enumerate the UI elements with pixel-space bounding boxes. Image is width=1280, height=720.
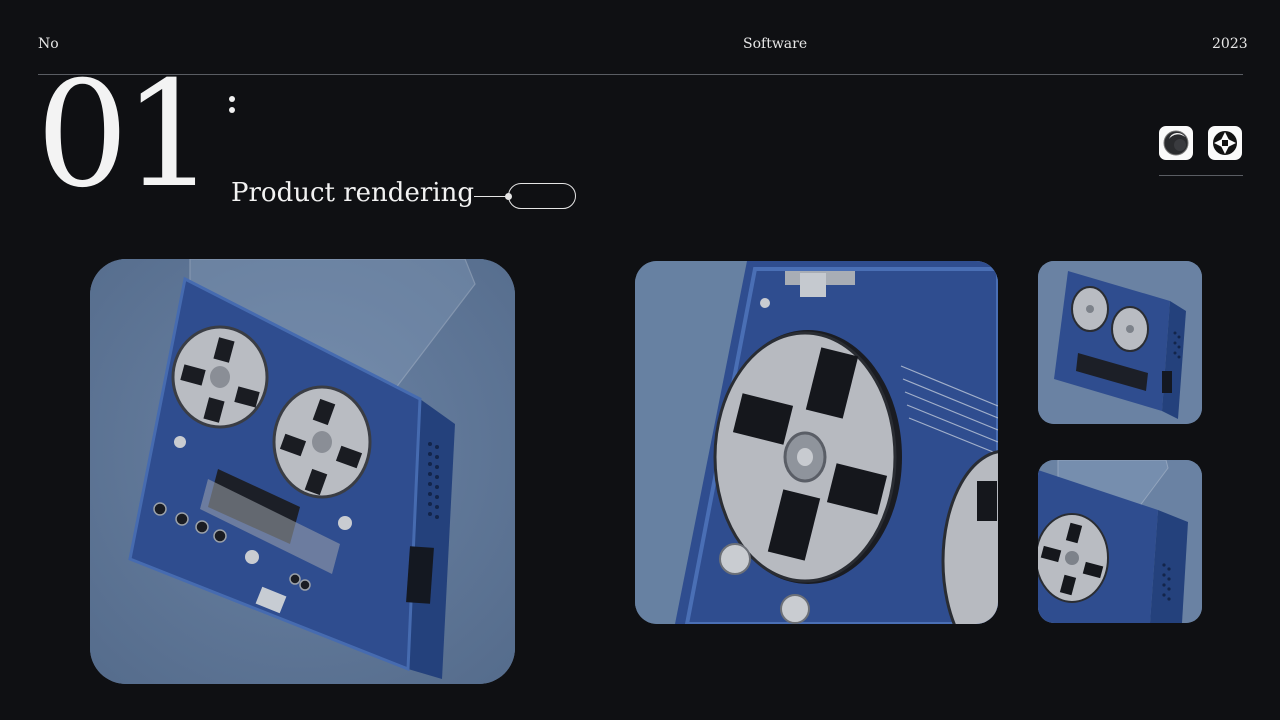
product-render-main [90,259,515,684]
octane-icon [1208,126,1242,160]
product-render-zoom [635,261,998,624]
product-render-thumb-side [1038,261,1202,424]
section-number: 01 [36,50,216,220]
header-divider [38,74,1243,75]
pill-outline [508,183,576,209]
colon-mark [229,96,235,116]
header-year-label: 2023 [1212,36,1248,52]
section-title: Product rendering [231,178,474,208]
cinema4d-icon [1159,126,1193,160]
product-render-thumb-lid [1038,460,1202,623]
header-center-label: Software [743,36,808,52]
software-divider [1159,175,1243,176]
